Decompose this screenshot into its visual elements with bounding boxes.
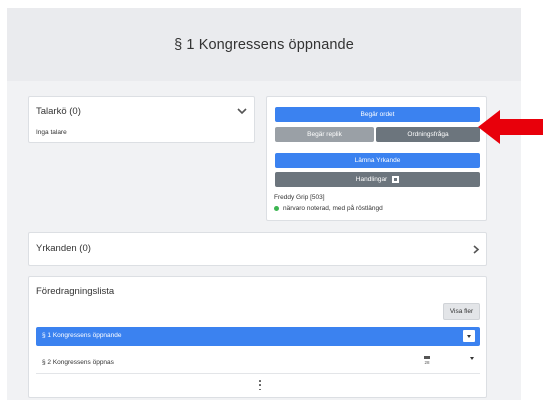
agenda-item-label: § 1 Kongressens öppnande (42, 332, 122, 339)
proposals-card[interactable]: Yrkanden (0) (28, 232, 487, 266)
caret-down-icon[interactable] (463, 330, 475, 342)
documents-label: Handlingar (355, 176, 388, 183)
presence-text: närvaro noterad, med på röstlängd (283, 205, 383, 212)
agenda-item-active[interactable]: § 1 Kongressens öppnande (36, 327, 480, 346)
agenda-item[interactable]: § 2 Kongressens öppnas 28 (36, 353, 480, 377)
presence-status: närvaro noterad, med på röstlängd (274, 205, 383, 212)
kebab-icon[interactable] (258, 380, 262, 390)
agenda-card: Föredragningslista Visa fler § 1 Kongres… (28, 276, 487, 398)
arrow-left-icon (478, 110, 543, 144)
show-more-button[interactable]: Visa fler (443, 303, 480, 320)
page-header: § 1 Kongressens öppnande (7, 8, 521, 81)
chevron-down-icon[interactable] (236, 106, 248, 116)
agenda-title: Föredragningslista (36, 286, 115, 297)
calendar-icon: 28 (422, 356, 432, 370)
point-of-order-button[interactable]: Ordningsfråga (376, 127, 480, 142)
agenda-item-date: 28 (424, 360, 430, 365)
presence-dot-icon (274, 206, 279, 211)
agenda-item-label: § 2 Kongressens öppnas (42, 359, 114, 366)
meeting-frame: § 1 Kongressens öppnande Talarkö (0) Ing… (7, 8, 521, 400)
chevron-right-icon[interactable] (472, 244, 480, 255)
speakers-title: Talarkö (0) (36, 106, 81, 117)
page-title: § 1 Kongressens öppnande (174, 36, 354, 53)
speakers-card: Talarkö (0) Inga talare (28, 96, 255, 143)
speakers-empty-text: Inga talare (36, 129, 67, 136)
proposals-title: Yrkanden (0) (36, 243, 91, 254)
documents-button[interactable]: Handlingar (275, 172, 480, 187)
submit-proposal-button[interactable]: Lämna Yrkande (275, 153, 480, 168)
request-floor-button[interactable]: Begär ordet (275, 107, 480, 122)
actions-card: Begär ordet Begär replik Ordningsfråga L… (266, 96, 487, 221)
document-icon (392, 176, 400, 183)
caret-down-icon[interactable] (470, 357, 474, 378)
user-info: Freddy Grip [503] (274, 194, 325, 201)
request-reply-button[interactable]: Begär replik (275, 127, 374, 142)
